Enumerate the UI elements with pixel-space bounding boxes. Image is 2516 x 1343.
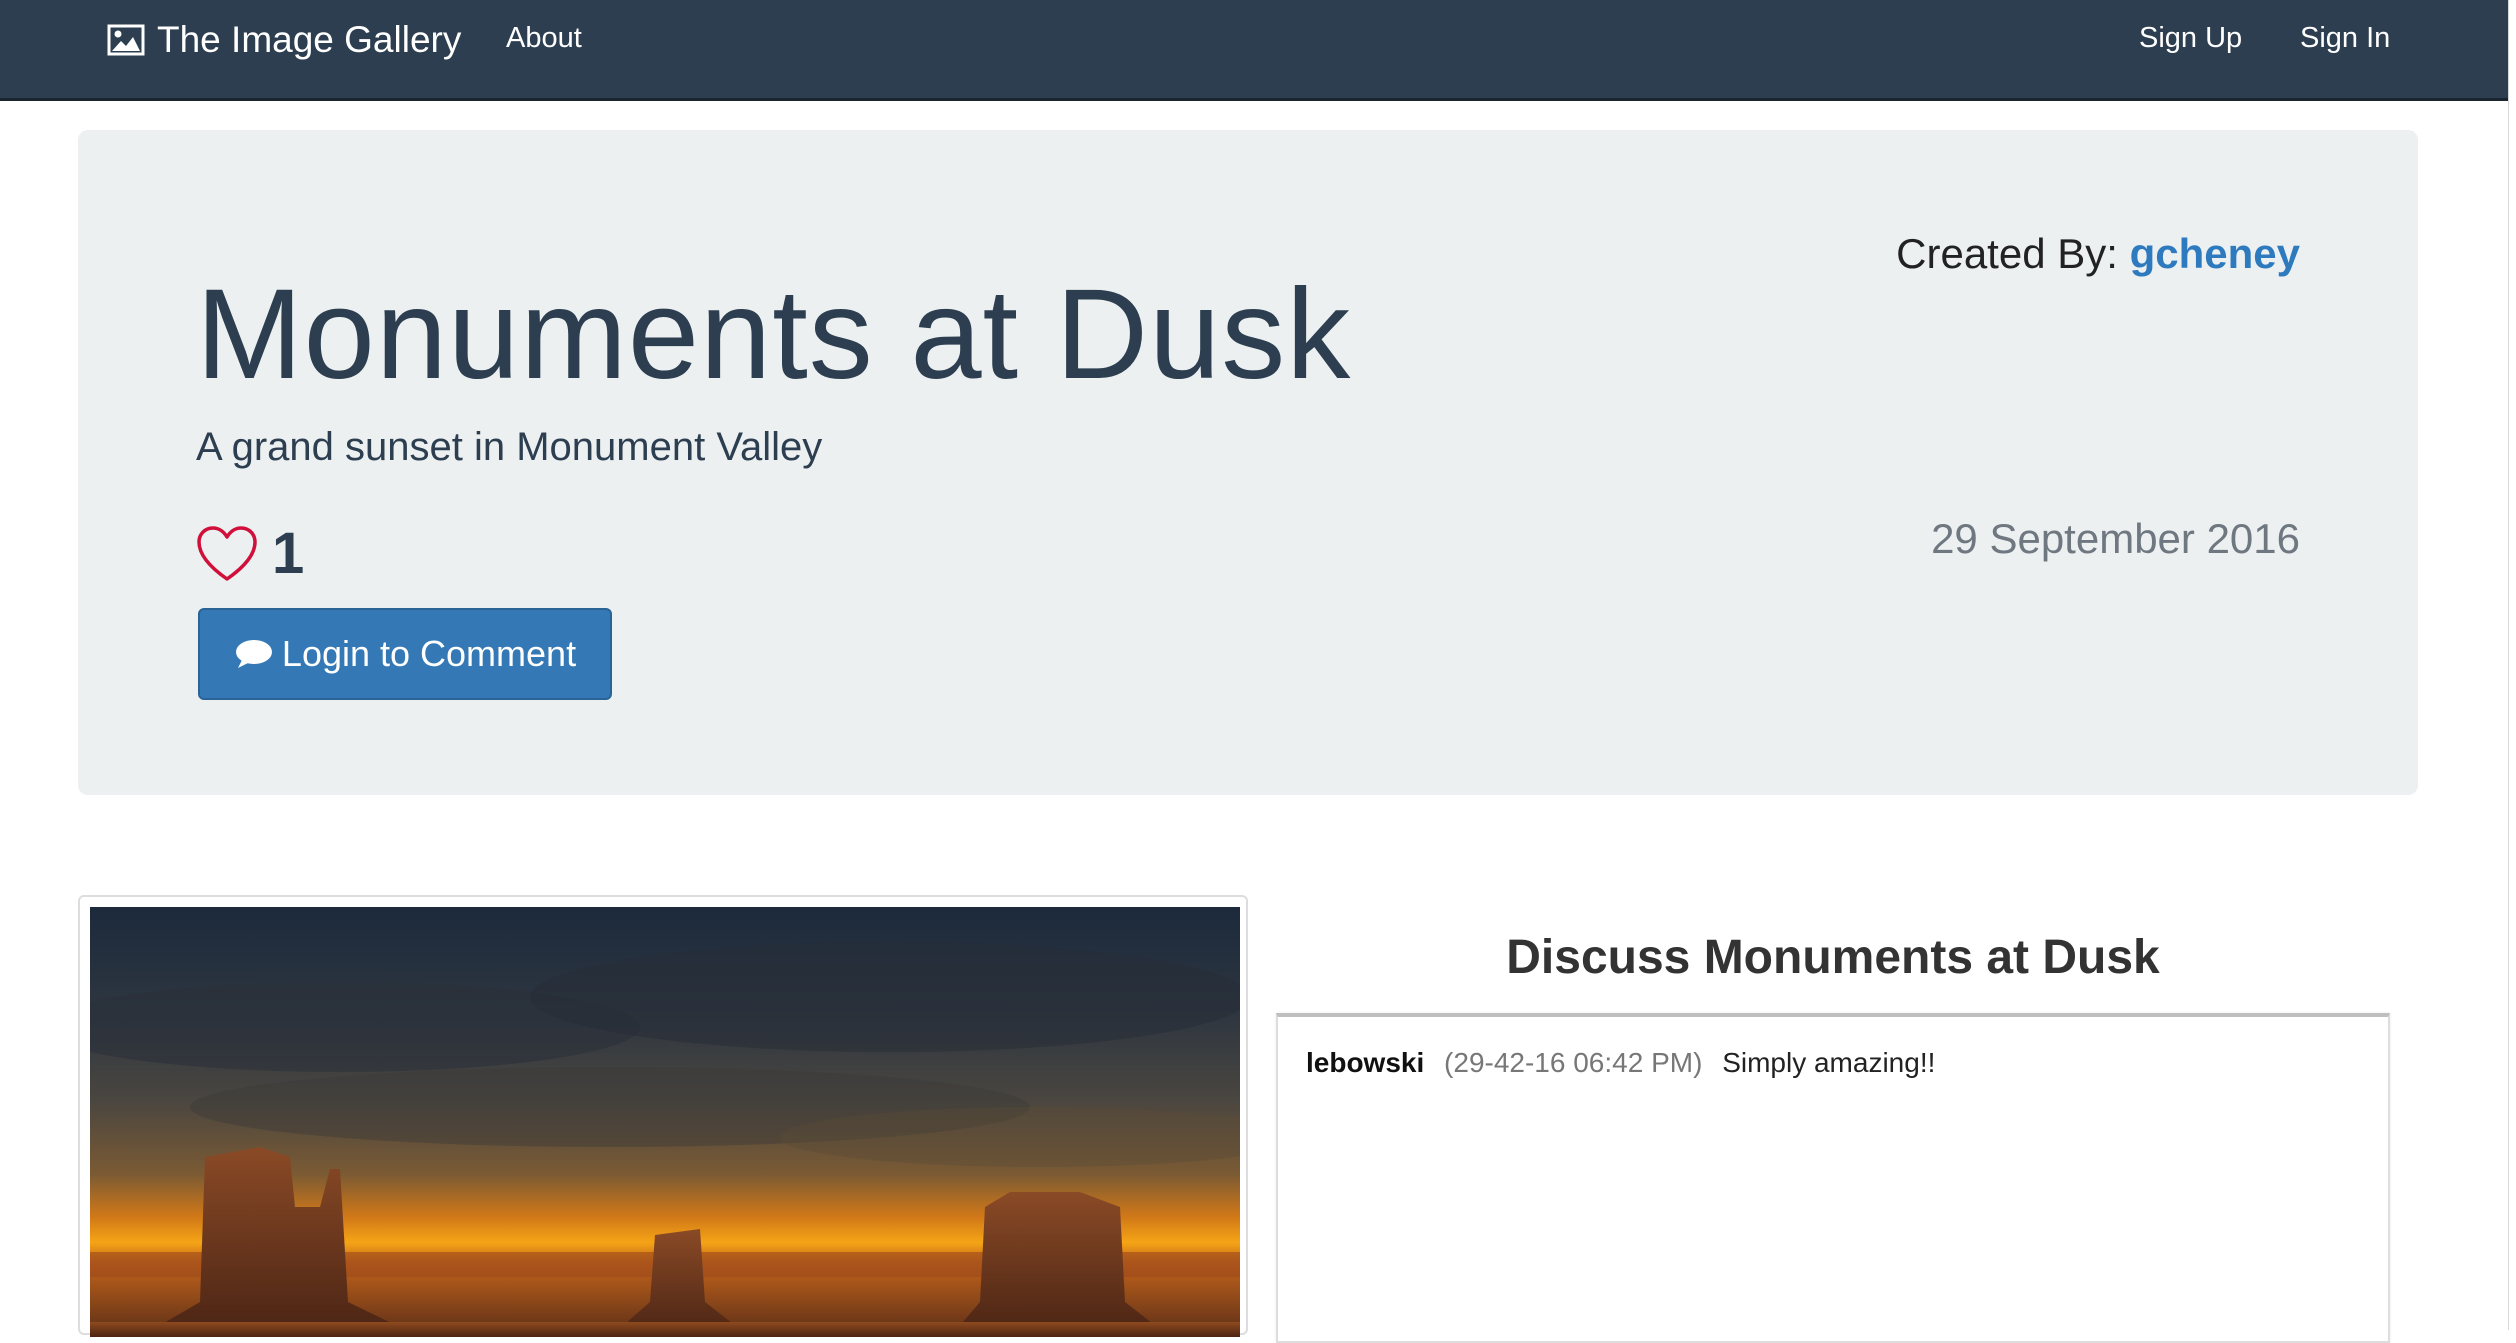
gallery-photo [90, 907, 1240, 1337]
image-icon [107, 24, 145, 56]
comment-text: Simply amazing!! [1722, 1047, 1936, 1078]
comment-item: lebowski (29-42-16 06:42 PM) Simply amaz… [1306, 1047, 2360, 1079]
comments-list[interactable]: lebowski (29-42-16 06:42 PM) Simply amaz… [1276, 1013, 2390, 1343]
brand-link[interactable]: The Image Gallery [107, 18, 461, 62]
like-section: 1 [196, 520, 304, 587]
comment-username[interactable]: lebowski [1306, 1047, 1424, 1078]
image-description: A grand sunset in Monument Valley [196, 425, 823, 469]
nav-about-link[interactable]: About [506, 22, 582, 55]
brand-title: The Image Gallery [157, 19, 462, 60]
discussion-title: Discuss Monuments at Dusk [1506, 931, 2160, 984]
image-title: Monuments at Dusk [196, 263, 1352, 406]
creator-username-link[interactable]: gcheney [2130, 230, 2300, 277]
login-to-comment-button[interactable]: Login to Comment [198, 608, 612, 700]
like-count: 1 [272, 521, 305, 586]
comment-icon [235, 640, 272, 668]
comment-timestamp: (29-42-16 06:42 PM) [1444, 1047, 1703, 1078]
page-scrollbar[interactable] [2508, 0, 2516, 1330]
image-panel [78, 895, 1248, 1337]
upload-date: 29 September 2016 [1931, 515, 2300, 562]
nav-sign-in-link[interactable]: Sign In [2300, 22, 2390, 55]
nav-sign-up-link[interactable]: Sign Up [2139, 22, 2242, 55]
created-by-label: Created By: [1896, 230, 2118, 277]
navbar: The Image Gallery About Sign Up Sign In [0, 0, 2508, 101]
login-to-comment-label: Login to Comment [281, 633, 577, 674]
heart-outline-icon[interactable] [196, 525, 258, 583]
created-by: Created By: gcheney [1896, 230, 2300, 278]
image-header-panel: Monuments at Dusk A grand sunset in Monu… [78, 130, 2418, 795]
